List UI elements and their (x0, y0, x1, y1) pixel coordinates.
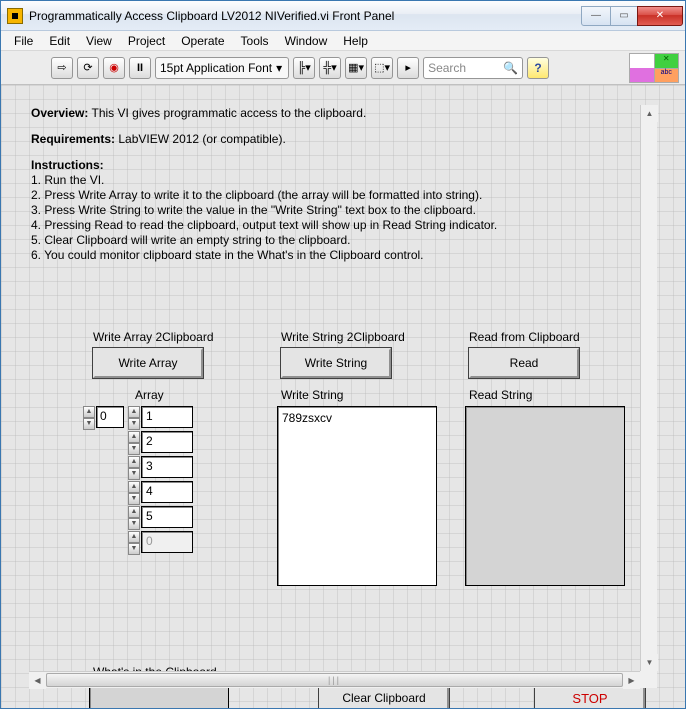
menu-view[interactable]: View (79, 32, 119, 50)
menu-help[interactable]: Help (336, 32, 375, 50)
menu-edit[interactable]: Edit (42, 32, 77, 50)
instruction-line: 6. You could monitor clipboard state in … (31, 248, 497, 262)
read-section: Read from Clipboard Read Read String (465, 330, 625, 586)
menu-file[interactable]: File (7, 32, 40, 50)
reorder-button[interactable]: ⬚▾ (371, 57, 393, 79)
instructions-label: Instructions: (31, 158, 104, 172)
scroll-right-icon[interactable]: ▶ (623, 672, 640, 689)
index-spinner[interactable]: ▲▼ (83, 406, 95, 428)
array-cell[interactable]: 4 (141, 481, 193, 503)
read-string-indicator (465, 406, 625, 586)
scroll-up-icon[interactable]: ▲ (641, 105, 658, 122)
write-string-input[interactable]: 789zsxcv (277, 406, 437, 586)
write-string-label: Write String (281, 388, 437, 402)
array-cell[interactable]: 2 (141, 431, 193, 453)
font-label: 15pt Application Font (160, 61, 272, 75)
menu-operate[interactable]: Operate (174, 32, 231, 50)
minimize-button[interactable]: — (581, 6, 611, 26)
read-string-label: Read String (469, 388, 625, 402)
read-button[interactable]: Read (469, 348, 579, 378)
align-button[interactable]: ╠▾ (293, 57, 315, 79)
section-label: Write String 2Clipboard (281, 330, 437, 344)
cell-spinner[interactable]: ▲▼ (128, 481, 140, 503)
resize-button[interactable]: ▦▾ (345, 57, 367, 79)
close-button[interactable]: ✕ (637, 6, 683, 26)
cell-spinner[interactable]: ▲▼ (128, 456, 140, 478)
cell-spinner[interactable]: ▲▼ (128, 531, 140, 553)
instruction-line: 1. Run the VI. (31, 173, 497, 187)
array-cell[interactable]: 3 (141, 456, 193, 478)
requirements-body: LabVIEW 2012 (or compatible). (115, 132, 286, 146)
menu-project[interactable]: Project (121, 32, 172, 50)
front-panel: Overview: This VI gives programmatic acc… (1, 85, 685, 708)
cell-spinner[interactable]: ▲▼ (128, 431, 140, 453)
help-button[interactable]: ? (527, 57, 549, 79)
scroll-left-icon[interactable]: ◀ (29, 672, 46, 689)
instruction-line: 2. Press Write Array to write it to the … (31, 188, 497, 202)
menubar: File Edit View Project Operate Tools Win… (1, 31, 685, 51)
write-string-section: Write String 2Clipboard Write String Wri… (277, 330, 437, 586)
abort-button[interactable]: ◉ (103, 57, 125, 79)
resize-grip[interactable] (640, 671, 657, 688)
run-button[interactable]: ⇨ (51, 57, 73, 79)
cell-spinner[interactable]: ▲▼ (128, 506, 140, 528)
search-placeholder: Search (428, 61, 466, 75)
write-array-section: Write Array 2Clipboard Write Array Array… (89, 330, 249, 586)
array-index[interactable]: 0 (96, 406, 124, 428)
scroll-thumb[interactable]: ||| (46, 673, 623, 687)
scroll-down-icon[interactable]: ▼ (641, 654, 658, 671)
overview-label: Overview: (31, 106, 88, 120)
font-selector[interactable]: 15pt Application Font ▾ (155, 57, 289, 79)
search-icon: 🔍 (503, 61, 518, 75)
maximize-button[interactable]: ▭ (610, 6, 638, 26)
array-cell[interactable]: 1 (141, 406, 193, 428)
instruction-line: 3. Press Write String to write the value… (31, 203, 497, 217)
app-icon (7, 8, 23, 24)
instruction-line: 4. Pressing Read to read the clipboard, … (31, 218, 497, 232)
titlebar[interactable]: Programmatically Access Clipboard LV2012… (1, 1, 685, 31)
menu-tools[interactable]: Tools (234, 32, 276, 50)
find-button[interactable]: ▸ (397, 57, 419, 79)
section-label: Read from Clipboard (469, 330, 625, 344)
array-cell-empty[interactable]: 0 (141, 531, 193, 553)
window-title: Programmatically Access Clipboard LV2012… (29, 9, 582, 23)
overview-body: This VI gives programmatic access to the… (88, 106, 366, 120)
instructions-block: Overview: This VI gives programmatic acc… (31, 105, 497, 263)
pause-button[interactable]: II (129, 57, 151, 79)
cell-spinner[interactable]: ▲▼ (128, 406, 140, 428)
array-cell[interactable]: 5 (141, 506, 193, 528)
array-control[interactable]: ▲▼ 0 ▲▼1 ▲▼2 ▲▼3 ▲▼4 ▲▼5 ▲▼0 (83, 406, 249, 553)
search-input[interactable]: Search 🔍 (423, 57, 523, 79)
vertical-scrollbar[interactable]: ▲ ▼ (640, 105, 657, 671)
write-string-button[interactable]: Write String (281, 348, 391, 378)
horizontal-scrollbar[interactable]: ◀ ||| ▶ (29, 671, 640, 688)
chevron-down-icon: ▾ (274, 61, 284, 75)
vi-icon[interactable]: ✕abc (629, 53, 679, 83)
array-label: Array (135, 388, 249, 402)
distribute-button[interactable]: ╬▾ (319, 57, 341, 79)
run-continuous-button[interactable]: ⟳ (77, 57, 99, 79)
write-array-button[interactable]: Write Array (93, 348, 203, 378)
menu-window[interactable]: Window (278, 32, 335, 50)
toolbar: ⇨ ⟳ ◉ II 15pt Application Font ▾ ╠▾ ╬▾ ▦… (1, 51, 685, 85)
section-label: Write Array 2Clipboard (93, 330, 249, 344)
instruction-line: 5. Clear Clipboard will write an empty s… (31, 233, 497, 247)
requirements-label: Requirements: (31, 132, 115, 146)
